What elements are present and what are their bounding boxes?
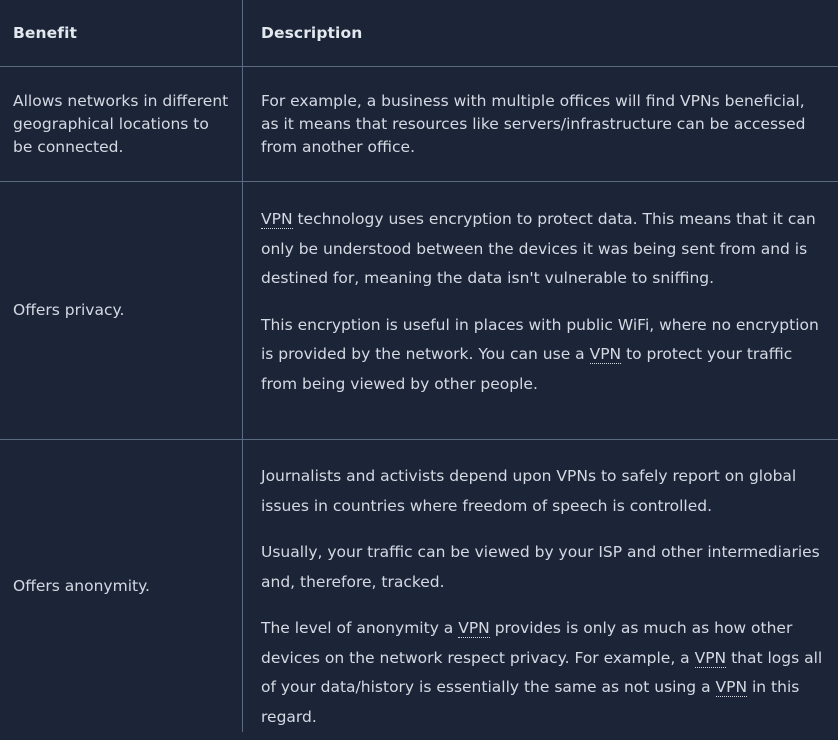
benefit-text: Allows networks in different geographica… xyxy=(13,91,229,156)
table-row: Allows networks in different geographica… xyxy=(0,67,838,182)
description-paragraph: VPN technology uses encryption to protec… xyxy=(261,210,816,287)
description-paragraph: Journalists and activists depend upon VP… xyxy=(261,467,797,515)
benefit-text: Offers anonymity. xyxy=(13,576,150,595)
header-benefit-label: Benefit xyxy=(13,24,78,42)
header-description-label: Description xyxy=(261,24,363,42)
benefit-text: Offers privacy. xyxy=(13,301,125,319)
description-paragraph: The level of anonymity a VPN provides is… xyxy=(261,619,823,726)
benefit-cell: Offers privacy. xyxy=(0,182,243,439)
vpn-abbreviation: VPN xyxy=(458,619,490,638)
header-cell-benefit: Benefit xyxy=(0,0,243,66)
table-row: Offers anonymity. Journalists and activi… xyxy=(0,440,838,740)
table-row: Offers privacy. VPN technology uses encr… xyxy=(0,182,838,440)
vpn-abbreviation: VPN xyxy=(694,648,727,668)
description-paragraph: This encryption is useful in places with… xyxy=(261,315,819,393)
benefit-cell: Offers anonymity. xyxy=(0,440,243,732)
vpn-benefits-table: Benefit Description Allows networks in d… xyxy=(0,0,838,732)
table-header-row: Benefit Description xyxy=(0,0,838,67)
description-paragraph: Usually, your traffic can be viewed by y… xyxy=(261,543,820,591)
vpn-abbreviation: VPN xyxy=(261,210,293,229)
description-cell: For example, a business with multiple of… xyxy=(243,67,838,181)
header-cell-description: Description xyxy=(243,0,838,66)
vpn-abbreviation: VPN xyxy=(589,345,622,364)
benefit-cell: Allows networks in different geographica… xyxy=(0,67,243,181)
description-cell: Journalists and activists depend upon VP… xyxy=(243,440,838,740)
description-cell: VPN technology uses encryption to protec… xyxy=(243,182,838,439)
description-text: For example, a business with multiple of… xyxy=(261,91,806,156)
vpn-abbreviation: VPN xyxy=(715,678,748,697)
